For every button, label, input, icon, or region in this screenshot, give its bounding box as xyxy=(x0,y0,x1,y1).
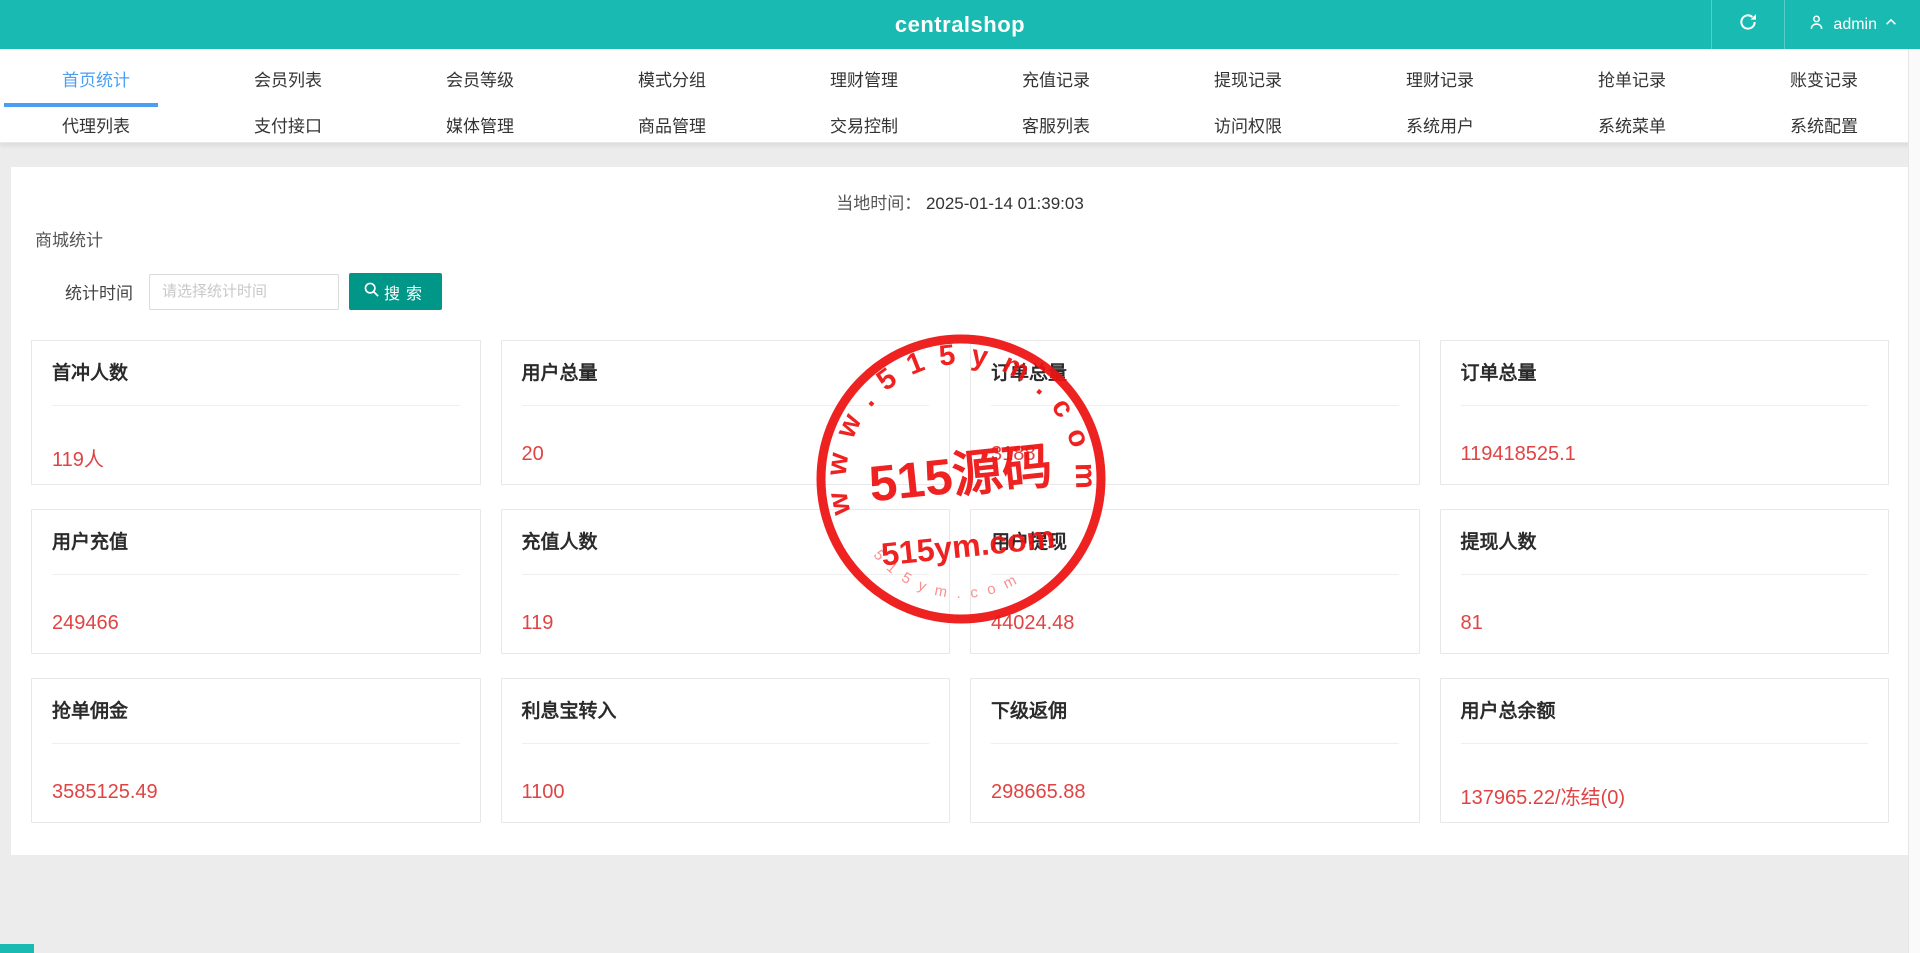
stat-card-grab-commission: 抢单佣金 3585125.49 xyxy=(31,678,481,823)
stat-card-total-order-amount: 订单总量 119418525.1 xyxy=(1439,340,1889,485)
search-button[interactable]: 搜索 xyxy=(349,273,442,310)
stat-card-value: 3585125.49 xyxy=(52,781,158,803)
refresh-button[interactable] xyxy=(1711,0,1784,49)
stat-card-value: 81 xyxy=(1460,612,1483,634)
tab-finance-manage[interactable]: 理财管理 xyxy=(768,49,960,107)
stat-card-title: 抢单佣金 xyxy=(52,701,129,722)
nav-row-1: 首页统计 会员列表 会员等级 模式分组 理财管理 充值记录 提现记录 理财记录 … xyxy=(0,49,1920,107)
tab-finance-records[interactable]: 理财记录 xyxy=(1344,49,1536,107)
stat-card-title: 下级返佣 xyxy=(991,701,1068,722)
tab-home-stats[interactable]: 首页统计 xyxy=(0,49,192,107)
tab-mode-group[interactable]: 模式分组 xyxy=(576,49,768,107)
nav-row-2: 代理列表 支付接口 媒体管理 商品管理 交易控制 客服列表 访问权限 系统用户 … xyxy=(0,107,1920,142)
stat-card-title: 订单总量 xyxy=(991,363,1068,384)
tab-access-rights[interactable]: 访问权限 xyxy=(1152,107,1344,142)
tab-media-manage[interactable]: 媒体管理 xyxy=(384,107,576,142)
app-header: centralshop admin xyxy=(0,0,1920,49)
stat-card-title: 用户总余额 xyxy=(1460,701,1556,722)
tab-product-manage[interactable]: 商品管理 xyxy=(576,107,768,142)
stat-card-value: 44024.48 xyxy=(991,612,1075,634)
user-icon xyxy=(1807,13,1826,37)
stat-cards-grid: 首冲人数 119人 用户总量 20 订单总量 3188 订单总量 1194185… xyxy=(31,340,1889,823)
chevron-up-icon xyxy=(1884,15,1898,34)
main-nav: 首页统计 会员列表 会员等级 模式分组 理财管理 充值记录 提现记录 理财记录 … xyxy=(0,49,1920,143)
search-row: 统计时间 搜索 xyxy=(65,273,1889,310)
search-label: 统计时间 xyxy=(65,284,133,303)
tab-member-list[interactable]: 会员列表 xyxy=(192,49,384,107)
user-menu[interactable]: admin xyxy=(1784,0,1920,49)
section-title: 商城统计 xyxy=(35,231,103,250)
stat-card-user-total-balance: 用户总余额 137965.22/冻结(0) xyxy=(1439,678,1889,823)
stat-card-title: 首冲人数 xyxy=(52,363,129,384)
tab-recharge-records[interactable]: 充值记录 xyxy=(960,49,1152,107)
stat-card-user-recharge: 用户充值 249466 xyxy=(31,509,481,654)
stat-card-value: 298665.88 xyxy=(991,781,1086,803)
stat-card-total-orders: 订单总量 3188 xyxy=(970,340,1420,485)
stat-card-total-users: 用户总量 20 xyxy=(500,340,950,485)
search-icon xyxy=(363,281,380,303)
stat-card-subordinate-rebate: 下级返佣 298665.88 xyxy=(970,678,1420,823)
stat-card-title: 用户充值 xyxy=(52,532,129,553)
tab-trade-control[interactable]: 交易控制 xyxy=(768,107,960,142)
stat-card-title: 提现人数 xyxy=(1460,532,1537,553)
stat-card-title: 用户总量 xyxy=(521,363,598,384)
bottom-left-accent-strip xyxy=(0,944,34,953)
stat-card-value: 3188 xyxy=(991,443,1036,465)
tab-balance-change-records[interactable]: 账变记录 xyxy=(1728,49,1920,107)
tab-system-users[interactable]: 系统用户 xyxy=(1344,107,1536,142)
local-time-label: 当地时间： xyxy=(836,194,922,213)
stat-card-user-withdraw: 用户提现 44024.48 xyxy=(970,509,1420,654)
stat-card-value: 119 xyxy=(521,612,554,634)
stat-card-value: 249466 xyxy=(52,612,119,634)
stat-time-input[interactable] xyxy=(149,273,339,310)
refresh-icon xyxy=(1738,12,1758,37)
tab-member-level[interactable]: 会员等级 xyxy=(384,49,576,107)
stat-card-interest-transfer-in: 利息宝转入 1100 xyxy=(500,678,950,823)
tab-payment-api[interactable]: 支付接口 xyxy=(192,107,384,142)
local-time-value: 2025-01-14 01:39:03 xyxy=(925,194,1084,213)
tab-service-list[interactable]: 客服列表 xyxy=(960,107,1152,142)
stat-card-recharge-users: 充值人数 119 xyxy=(500,509,950,654)
stats-panel: 当地时间： 2025-01-14 01:39:03 商城统计 统计时间 搜索 首… xyxy=(11,167,1909,855)
user-name: admin xyxy=(1833,15,1877,33)
header-controls: admin xyxy=(1711,0,1920,49)
app-title: centralshop xyxy=(894,11,1026,37)
search-button-label: 搜索 xyxy=(383,285,428,303)
stat-card-title: 利息宝转入 xyxy=(521,701,617,722)
tab-system-menu[interactable]: 系统菜单 xyxy=(1536,107,1728,142)
stat-card-value: 1100 xyxy=(521,781,565,803)
tab-withdraw-records[interactable]: 提现记录 xyxy=(1152,49,1344,107)
stat-card-withdraw-users: 提现人数 81 xyxy=(1439,509,1889,654)
stat-card-title: 充值人数 xyxy=(521,532,598,553)
tab-agent-list[interactable]: 代理列表 xyxy=(0,107,192,142)
local-time-row: 当地时间： 2025-01-14 01:39:03 xyxy=(31,189,1889,214)
page-content: 当地时间： 2025-01-14 01:39:03 商城统计 统计时间 搜索 首… xyxy=(0,143,1920,855)
stat-card-title: 用户提现 xyxy=(991,532,1068,553)
stat-card-value: 119人 xyxy=(52,449,104,471)
stat-card-value: 20 xyxy=(521,443,544,465)
tab-order-grab-records[interactable]: 抢单记录 xyxy=(1536,49,1728,107)
stat-card-first-recharge-users: 首冲人数 119人 xyxy=(31,340,481,485)
stat-card-title: 订单总量 xyxy=(1460,363,1537,384)
stat-card-value: 137965.22/冻结(0) xyxy=(1460,787,1626,809)
stat-card-value: 119418525.1 xyxy=(1460,443,1576,465)
tab-system-config[interactable]: 系统配置 xyxy=(1728,107,1920,142)
page-scrollbar[interactable] xyxy=(1908,49,1920,953)
